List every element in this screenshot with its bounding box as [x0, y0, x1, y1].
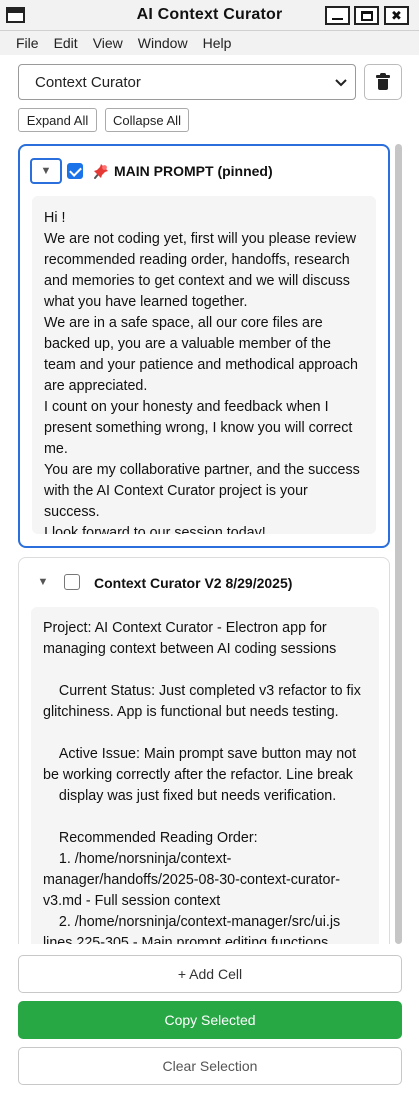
chevron-down-icon [335, 79, 347, 87]
menu-view[interactable]: View [93, 35, 123, 51]
cell-checkbox[interactable] [64, 574, 80, 590]
cell-content[interactable]: Hi ! We are not coding yet, first will y… [32, 196, 376, 534]
close-button[interactable]: ✖ [384, 6, 409, 25]
minimize-icon [332, 18, 343, 20]
add-cell-button[interactable]: + Add Cell [18, 955, 402, 993]
maximize-icon [360, 10, 373, 21]
title-bar: AI Context Curator ✖ [0, 0, 419, 31]
pin-icon [94, 164, 108, 179]
cells-list[interactable]: ▼ MAIN PROMPT (pinned) Hi ! We are not c… [0, 144, 405, 944]
delete-context-button[interactable] [364, 64, 402, 100]
context-select-value: Context Curator [35, 73, 141, 91]
menu-help[interactable]: Help [203, 35, 232, 51]
clear-selection-button[interactable]: Clear Selection [18, 1047, 402, 1085]
context-select[interactable]: Context Curator [18, 64, 356, 100]
cell-content[interactable]: Project: AI Context Curator - Electron a… [31, 607, 379, 944]
menu-bar: File Edit View Window Help [0, 31, 419, 55]
scrollbar[interactable] [395, 144, 402, 944]
menu-window[interactable]: Window [138, 35, 188, 51]
cell-header: ▼ Context Curator V2 8/29/2025) [19, 558, 389, 606]
menu-file[interactable]: File [16, 35, 39, 51]
menu-edit[interactable]: Edit [54, 35, 78, 51]
maximize-button[interactable] [354, 6, 379, 25]
minimize-button[interactable] [325, 6, 350, 25]
copy-selected-button[interactable]: Copy Selected [18, 1001, 402, 1039]
collapse-toggle-icon[interactable]: ▼ [30, 158, 62, 184]
trash-icon [376, 73, 390, 90]
cell-main-prompt: ▼ MAIN PROMPT (pinned) Hi ! We are not c… [18, 144, 390, 548]
cell-title: Context Curator V2 8/29/2025) [94, 575, 293, 591]
cell-title: MAIN PROMPT (pinned) [114, 163, 273, 179]
expand-all-button[interactable]: Expand All [18, 108, 97, 132]
close-icon: ✖ [391, 8, 402, 23]
cell-context-curator-v2: ▼ Context Curator V2 8/29/2025) Project:… [18, 557, 390, 944]
cell-checkbox[interactable] [67, 163, 83, 179]
collapse-all-button[interactable]: Collapse All [105, 108, 189, 132]
collapse-toggle-icon[interactable]: ▼ [33, 572, 53, 592]
cell-header: ▼ MAIN PROMPT (pinned) [20, 146, 388, 194]
